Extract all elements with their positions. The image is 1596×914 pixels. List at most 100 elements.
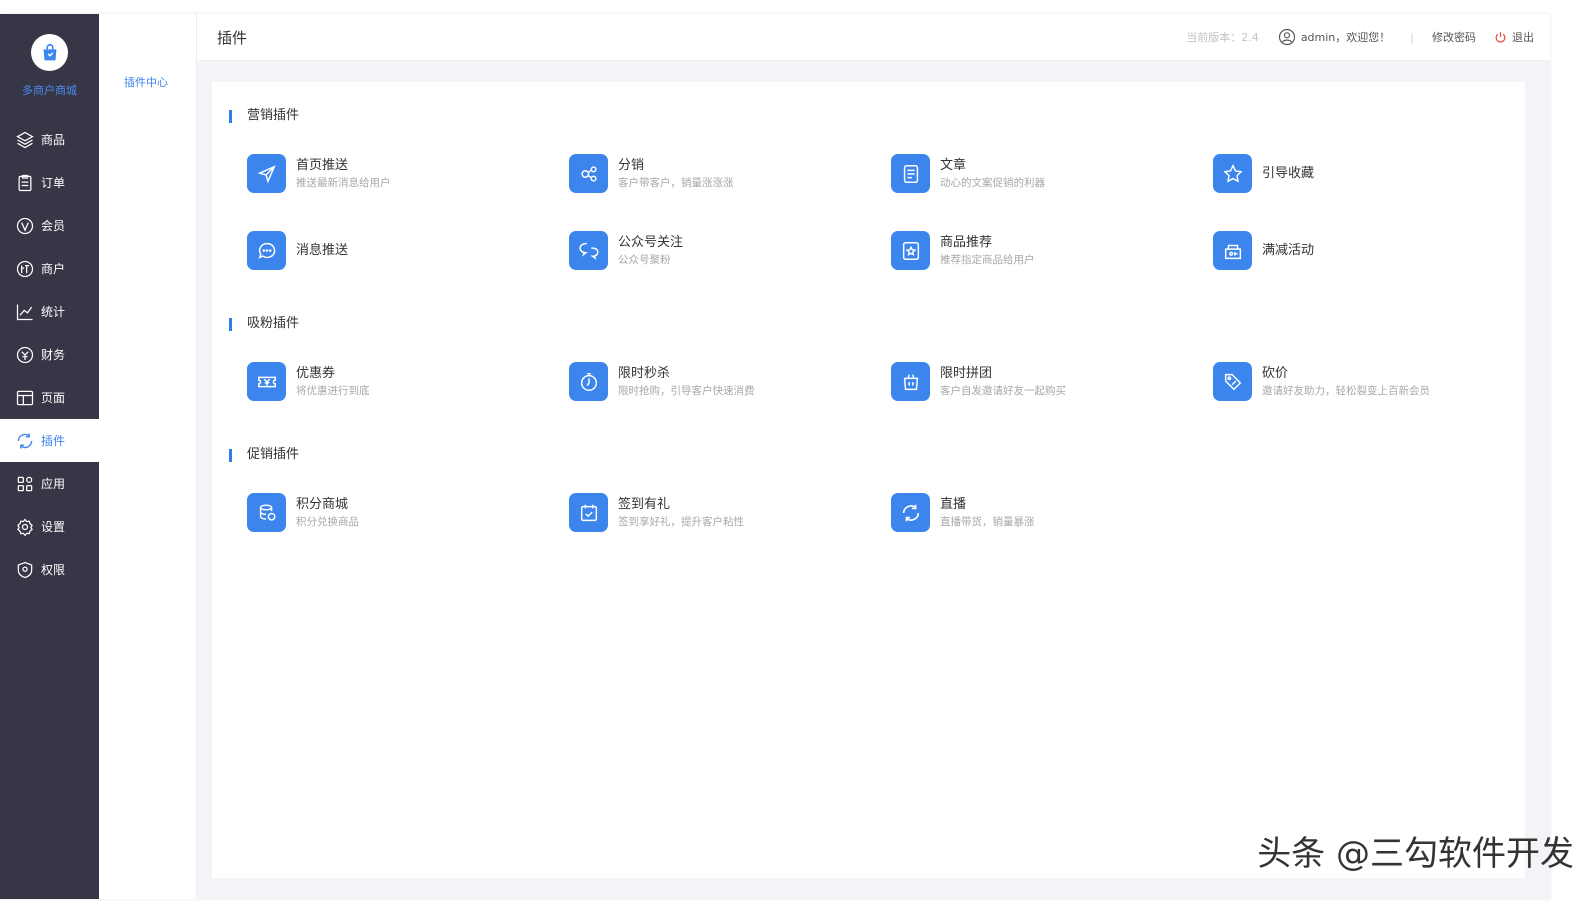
plugin-desc: 积分兑换商品	[296, 515, 359, 528]
clipboard-icon	[18, 174, 32, 191]
plugin-desc: 公众号聚粉	[618, 253, 671, 266]
share-icon	[569, 154, 608, 193]
plugin-group-buy[interactable]: 限时拼团 客户自发邀请好友一起购买	[891, 362, 1066, 401]
sub-sidebar: 插件中心	[99, 14, 197, 899]
apps-icon	[17, 476, 33, 491]
gear-icon	[17, 517, 33, 536]
nav-label: 商品	[41, 133, 66, 147]
recommend-icon	[891, 231, 930, 270]
star-icon	[1213, 154, 1252, 193]
plugin-flash-sale[interactable]: 限时秒杀 限时抢购，引导客户快速消费	[569, 362, 755, 401]
timer-icon	[569, 362, 608, 401]
plugin-name: 公众号关注	[618, 234, 684, 250]
plugin-bookmark-guide[interactable]: 引导收藏	[1213, 154, 1314, 193]
logo[interactable]: 多商户商城	[0, 14, 99, 114]
nav-item-orders[interactable]: 订单	[0, 161, 99, 204]
plugin-name: 分销	[618, 157, 645, 173]
plugin-name: 首页推送	[296, 157, 349, 173]
user-icon	[1278, 28, 1295, 46]
main-nav: 商品 订单 会员 商户 统计 财务 页面 插件 应用 设置 权限	[0, 118, 99, 591]
plugin-center-panel: 营销插件 吸粉插件 促销插件 首页推送推送最新消息给用户 分销 客户带客户，销量涨…	[212, 82, 1525, 878]
nav-item-settings[interactable]: 设置	[0, 505, 99, 548]
plugin-name: 积分商城	[296, 496, 349, 512]
plugin-desc: 签到享好礼，提升客户粘性	[618, 515, 744, 528]
plugin-name: 商品推荐	[940, 234, 993, 250]
power-icon	[1495, 31, 1506, 42]
chart-icon	[16, 304, 33, 320]
plugin-live[interactable]: 直播直播带货，销量暴涨	[891, 493, 1035, 532]
chat-icon	[569, 231, 608, 270]
shop-bag-icon	[31, 34, 68, 71]
nav-label: 设置	[41, 520, 66, 534]
submenu-item-plugin-center[interactable]: 插件中心	[124, 74, 168, 90]
nav-label: 页面	[41, 391, 66, 405]
plugin-desc: 动心的文案促销的利器	[940, 176, 1045, 189]
nav-label: 财务	[41, 348, 66, 362]
nav-label: 插件	[41, 434, 66, 448]
app-window: 多商户商城 商品 订单 会员 商户 统计 财务 页面 插件 应用 设置 权限 插…	[0, 14, 1550, 899]
section-title-promotion: 促销插件	[229, 447, 299, 463]
nav-item-members[interactable]: 会员	[0, 204, 99, 247]
user-greeting: admin，欢迎您！	[1300, 31, 1391, 44]
nav-item-plugins[interactable]: 插件	[0, 419, 99, 462]
nav-item-apps[interactable]: 应用	[0, 462, 99, 505]
plugin-name: 签到有礼	[618, 496, 671, 512]
plugin-name: 引导收藏	[1262, 165, 1315, 181]
message-icon	[247, 231, 286, 270]
plugin-bargain[interactable]: 砍价邀请好友助力，轻松裂变上百新会员	[1213, 362, 1430, 401]
plugin-name: 限时秒杀	[618, 365, 671, 381]
page-title: 插件	[217, 29, 248, 47]
plugin-article[interactable]: 文章 动心的文案促销的利器	[891, 154, 1045, 193]
discount-icon	[1213, 231, 1252, 270]
plugin-official-account-follow[interactable]: 公众号关注公众号聚粉	[569, 231, 683, 270]
plugin-name: 限时拼团	[940, 365, 993, 381]
plugin-points-mall[interactable]: 积分商城积分兑换商品	[247, 493, 359, 532]
plugin-checkin-reward[interactable]: 签到有礼签到享好礼，提升客户粘性	[569, 493, 744, 532]
plugin-full-reduction[interactable]: 满减活动	[1213, 231, 1314, 270]
plugin-distribution[interactable]: 分销 客户带客户，销量涨涨涨	[569, 154, 734, 193]
points-icon	[247, 493, 286, 532]
nav-label: 会员	[41, 219, 66, 233]
logout-label: 退出	[1512, 31, 1534, 44]
checkin-icon	[569, 493, 608, 532]
nav-item-permissions[interactable]: 权限	[0, 548, 99, 591]
plugin-desc: 直播带货，销量暴涨	[940, 515, 1035, 528]
version-label: 当前版本：2.4	[1186, 31, 1259, 44]
plugin-product-recommend[interactable]: 商品推荐 推荐指定商品给用户	[891, 231, 1035, 270]
plugin-desc: 推送最新消息给用户	[296, 176, 391, 189]
nav-label: 商户	[41, 262, 66, 276]
section-title-marketing: 营销插件	[229, 108, 299, 124]
plugin-name: 砍价	[1262, 365, 1289, 381]
plugin-name: 满减活动	[1262, 242, 1315, 258]
plugin-homepage-push[interactable]: 首页推送推送最新消息给用户	[247, 154, 391, 193]
logout-button[interactable]: 退出	[1494, 29, 1534, 45]
plugin-desc: 邀请好友助力，轻松裂变上百新会员	[1262, 384, 1430, 397]
nav-item-statistics[interactable]: 统计	[0, 290, 99, 333]
main-sidebar: 多商户商城 商品 订单 会员 商户 统计 财务 页面 插件 应用 设置 权限	[0, 14, 99, 899]
user-info[interactable]: admin，欢迎您！	[1277, 27, 1390, 47]
nav-label: 统计	[41, 305, 66, 319]
send-icon	[247, 154, 286, 193]
live-icon	[891, 493, 930, 532]
nav-item-pages[interactable]: 页面	[0, 376, 99, 419]
group-buy-icon	[891, 362, 930, 401]
nav-item-goods[interactable]: 商品	[0, 118, 99, 161]
plugin-message-push[interactable]: 消息推送	[247, 231, 348, 270]
layers-icon	[16, 131, 34, 148]
plugin-coupon[interactable]: 优惠券 将优惠进行到底	[247, 362, 370, 401]
nav-label: 订单	[41, 176, 66, 190]
change-password-link[interactable]: 修改密码	[1432, 29, 1476, 45]
plugin-name: 直播	[940, 496, 967, 512]
nav-item-merchants[interactable]: 商户	[0, 247, 99, 290]
section-title-fans: 吸粉插件	[229, 316, 299, 332]
vip-icon	[16, 217, 34, 234]
plugin-icon	[17, 433, 33, 448]
nav-label: 应用	[41, 477, 66, 491]
watermark: 头条 @三勾软件开发	[1257, 834, 1574, 874]
plugin-desc: 将优惠进行到底	[296, 384, 370, 397]
nav-item-finance[interactable]: 财务	[0, 333, 99, 376]
merchant-icon	[16, 260, 34, 277]
logo-text: 多商户商城	[22, 84, 77, 97]
plugin-name: 消息推送	[296, 242, 349, 258]
top-header: 插件 当前版本：2.4 admin，欢迎您！ | 修改密码 退出	[197, 14, 1550, 61]
